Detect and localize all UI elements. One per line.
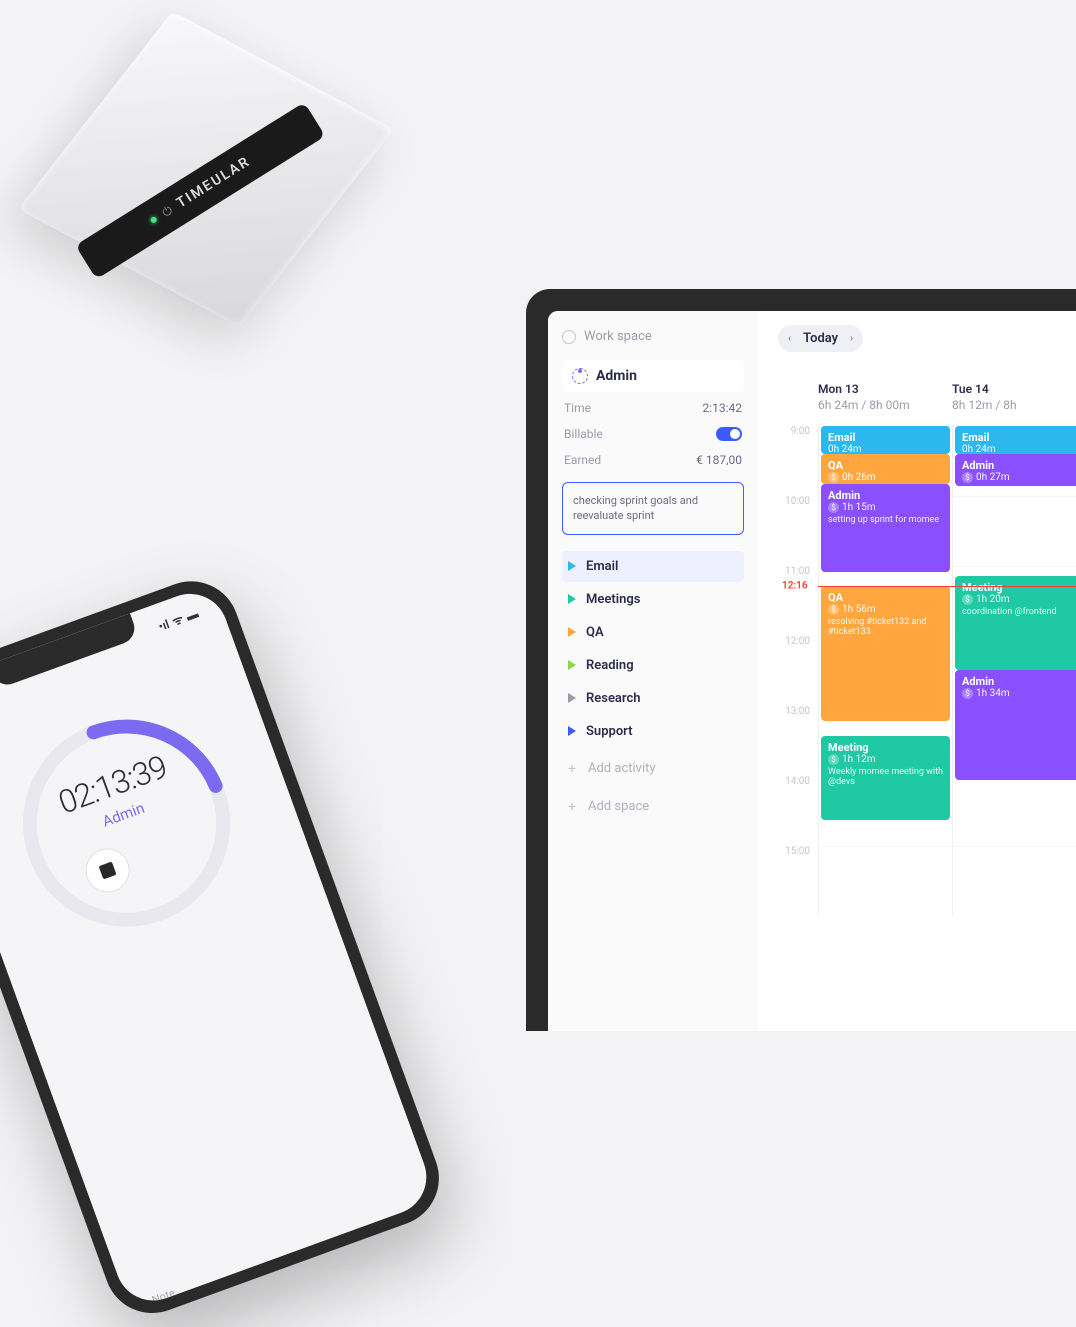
billable-icon: $ <box>962 472 973 483</box>
calendar-event[interactable]: Meeting$ 1h 12mWeekly momee meeting with… <box>821 736 950 820</box>
workspace-label: Work space <box>584 329 652 344</box>
prev-day-button[interactable]: ‹ <box>788 333 791 344</box>
calendar-column-mon[interactable]: Email 0h 24mQA$ 0h 26mAdmin$ 1h 15msetti… <box>818 426 952 916</box>
play-icon <box>568 627 576 637</box>
hour-label: 12:00 <box>768 636 818 706</box>
activity-item-email[interactable]: Email <box>562 551 744 582</box>
now-time-label: 12:16 <box>778 581 812 592</box>
today-label[interactable]: Today <box>803 331 838 346</box>
billable-toggle[interactable] <box>716 427 742 441</box>
phone-mockup: 15:37 ◢ •ıl ᯤ ▬ 02:13:39 Admin <box>0 537 489 1195</box>
activity-label: Email <box>586 559 618 574</box>
billable-icon: $ <box>962 594 973 605</box>
calendar-event[interactable]: Email 0h 24m <box>955 426 1076 454</box>
calendar-column-tue[interactable]: Email 0h 24mAdmin$ 0h 27m Meeting$ 1h 20m… <box>952 426 1076 916</box>
today-chip: ‹ Today › <box>778 325 863 352</box>
stat-billable-label: Billable <box>564 427 603 441</box>
billable-icon: $ <box>828 502 839 513</box>
tracking-icon <box>572 368 588 384</box>
stat-time-value: 2:13:42 <box>702 401 742 415</box>
workspace-header[interactable]: Work space <box>562 325 744 354</box>
hour-label: 13:00 <box>768 706 818 776</box>
add-activity-label: Add activity <box>588 761 656 776</box>
note-text[interactable]: checking sprint goals and reevaluate spr… <box>156 1215 425 1311</box>
play-icon <box>568 726 576 736</box>
activity-label: QA <box>586 625 604 640</box>
calendar-event[interactable]: Admin$ 1h 15msetting up sprint for momee <box>821 484 950 572</box>
calendar-event[interactable]: Admin$ 1h 34m <box>955 670 1076 780</box>
active-activity[interactable]: Admin <box>562 360 744 392</box>
activity-item-research[interactable]: Research <box>562 683 744 714</box>
gear-icon <box>562 330 576 344</box>
calendar-event[interactable]: Email 0h 24m <box>821 426 950 454</box>
calendar-event[interactable]: QA$ 0h 26m <box>821 454 950 484</box>
stat-earned-label: Earned <box>564 453 601 467</box>
hour-label: 10:00 <box>768 496 818 566</box>
activity-item-qa[interactable]: QA <box>562 617 744 648</box>
hour-label: 9:00 <box>768 426 818 496</box>
activity-label: Reading <box>586 658 634 673</box>
note-input[interactable]: checking sprint goals and reevaluate spr… <box>562 482 744 535</box>
calendar-event[interactable]: QA$ 1h 56mresolving #ticket132 and #tick… <box>821 586 950 721</box>
power-icon: ⏻ <box>159 203 175 221</box>
add-activity-button[interactable]: + Add activity <box>562 753 744 785</box>
timer-ring: 02:13:39 Admin <box>0 676 274 971</box>
tracker-device: ⏻ TIMEULAR <box>17 0 444 423</box>
note-label: Note <box>150 1199 416 1306</box>
add-space-button[interactable]: + Add space <box>562 791 744 823</box>
stop-icon <box>99 861 117 879</box>
play-icon <box>568 660 576 670</box>
billable-icon: $ <box>962 688 973 699</box>
billable-icon: $ <box>828 472 839 483</box>
activity-item-reading[interactable]: Reading <box>562 650 744 681</box>
play-icon <box>568 594 576 604</box>
activity-item-meetings[interactable]: Meetings <box>562 584 744 615</box>
activity-label: Support <box>586 724 633 739</box>
activity-label: Research <box>586 691 641 706</box>
add-space-label: Add space <box>588 799 649 814</box>
day-header-mon: Mon 13 6h 24m / 8h 00m <box>818 382 952 412</box>
app-sidebar: Work space Admin Time 2:13:42 Billable E… <box>548 311 758 1031</box>
billable-icon: $ <box>828 754 839 765</box>
hour-label: 14:00 <box>768 776 818 846</box>
billable-icon: $ <box>828 604 839 615</box>
activity-item-support[interactable]: Support <box>562 716 744 747</box>
stat-time-label: Time <box>564 401 591 415</box>
day-header-tue: Tue 14 8h 12m / 8h <box>952 382 1076 412</box>
now-marker <box>818 586 1076 587</box>
plus-icon: + <box>568 761 578 777</box>
calendar-main: ‹ Today › Mon 13 6h 24m / 8h 00m Tue 14 … <box>758 311 1076 1031</box>
hour-label: 11:00 <box>768 566 818 636</box>
play-icon <box>568 693 576 703</box>
plus-icon: + <box>568 799 578 815</box>
stat-earned-value: € 187,00 <box>696 453 742 467</box>
calendar-event[interactable]: Admin$ 0h 27m <box>955 454 1076 486</box>
laptop-mockup: Work space Admin Time 2:13:42 Billable E… <box>526 289 1076 1031</box>
play-icon <box>568 561 576 571</box>
next-day-button[interactable]: › <box>850 333 853 344</box>
calendar-event[interactable]: Meeting$ 1h 20mcoordination @frontend <box>955 576 1076 670</box>
active-activity-name: Admin <box>596 368 637 384</box>
hour-label: 15:00 <box>768 846 818 916</box>
activity-label: Meetings <box>586 592 640 607</box>
power-led-icon <box>150 216 158 224</box>
